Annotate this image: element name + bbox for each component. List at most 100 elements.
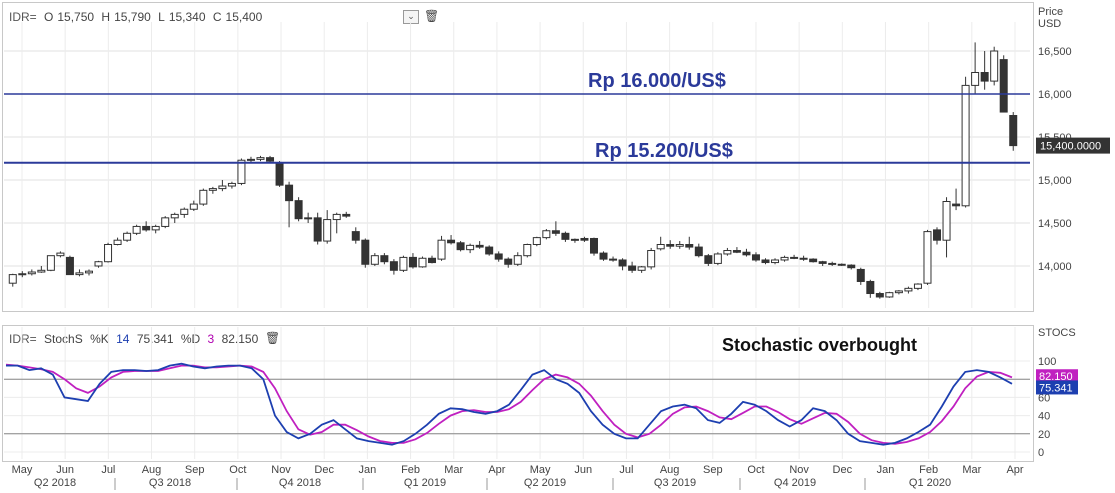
candle-body xyxy=(227,182,236,187)
candle-body xyxy=(342,213,351,217)
annotation-stochastic: Stochastic overbought xyxy=(722,335,917,355)
candle-body xyxy=(904,287,913,292)
candle-body xyxy=(894,290,903,294)
candle-body xyxy=(847,264,856,269)
quarter-tick-label: Q3 2018 xyxy=(149,477,191,489)
month-tick-label: Jul xyxy=(101,464,115,476)
candle-body xyxy=(275,162,284,186)
candle-body xyxy=(599,252,608,260)
candle-body xyxy=(151,225,160,231)
candle-body xyxy=(399,256,408,271)
month-tick-label: May xyxy=(12,464,33,476)
candle-body xyxy=(304,217,313,220)
candle-body xyxy=(94,261,103,267)
month-tick-label: Mar xyxy=(444,464,463,476)
candle-body xyxy=(837,263,846,266)
candle-body xyxy=(570,238,579,241)
candle-body xyxy=(980,72,989,82)
candle-body xyxy=(971,72,980,86)
month-tick-label: Sep xyxy=(185,464,205,476)
candle-body xyxy=(370,255,379,265)
candle-body xyxy=(266,157,275,162)
candle-body xyxy=(447,239,456,244)
month-tick-label: Aug xyxy=(660,464,680,476)
candle-body xyxy=(294,200,303,220)
price-tick-label: 16,500 xyxy=(1038,46,1072,58)
candle-body xyxy=(418,257,427,268)
candle-body xyxy=(761,259,770,264)
candle-body xyxy=(704,255,713,264)
candle-body xyxy=(990,50,999,82)
candle-body xyxy=(628,265,637,271)
candle-body xyxy=(56,252,65,257)
month-tick-label: Aug xyxy=(142,464,162,476)
candle-body xyxy=(142,225,151,231)
quarter-tick-label: Q4 2019 xyxy=(774,477,816,489)
candle-body xyxy=(1009,115,1018,147)
candle-body xyxy=(456,242,465,251)
month-tick-label: Feb xyxy=(401,464,420,476)
stoch-tick-label: 20 xyxy=(1038,429,1050,441)
month-tick-label: Dec xyxy=(314,464,334,476)
candle-body xyxy=(856,268,865,282)
last-price-label: 15,400.0000 xyxy=(1040,141,1101,153)
candle-body xyxy=(208,188,217,191)
month-tick-label: Mar xyxy=(962,464,981,476)
candle-body xyxy=(732,250,741,253)
candle-body xyxy=(504,258,513,265)
price-tick-label: 15,000 xyxy=(1038,175,1072,187)
annotation-15200: Rp 15.200/US$ xyxy=(595,140,733,162)
month-tick-label: Oct xyxy=(229,464,246,476)
candle-body xyxy=(589,237,598,254)
candle-body xyxy=(18,273,27,276)
candle-body xyxy=(523,244,532,257)
candle-body xyxy=(75,272,84,276)
candle-body xyxy=(494,253,503,260)
month-tick-label: Apr xyxy=(488,464,505,476)
candle-body xyxy=(161,217,170,227)
candle-body xyxy=(475,244,484,248)
month-tick-label: Dec xyxy=(833,464,853,476)
quarter-tick-label: Q1 2019 xyxy=(404,477,446,489)
candle-body xyxy=(246,158,255,161)
candle-body xyxy=(46,255,55,271)
candle-body xyxy=(351,231,360,241)
candle-body xyxy=(961,84,970,207)
candle-body xyxy=(675,244,684,247)
candle-body xyxy=(361,239,370,265)
candle-body xyxy=(771,259,780,264)
candle-body xyxy=(618,259,627,267)
candle-body xyxy=(65,256,74,276)
quarter-tick-label: Q2 2019 xyxy=(524,477,566,489)
candle-body xyxy=(428,257,437,264)
stoch-tick-label: 40 xyxy=(1038,411,1050,423)
month-tick-label: Jun xyxy=(574,464,592,476)
candle-body xyxy=(332,213,341,221)
candle-body xyxy=(561,232,570,240)
candle-body xyxy=(666,244,675,247)
candle-body xyxy=(933,229,942,241)
month-tick-label: Oct xyxy=(747,464,764,476)
candle-body xyxy=(123,232,132,241)
candle-body xyxy=(637,266,646,271)
candle-body xyxy=(408,256,417,268)
stoch-k-tag-label: 75.341 xyxy=(1039,382,1073,394)
candle-body xyxy=(380,255,389,263)
candle-body xyxy=(799,257,808,260)
candle-body xyxy=(999,59,1008,113)
candle-body xyxy=(818,261,827,264)
stoch-tick-label: 0 xyxy=(1038,447,1044,459)
month-tick-label: May xyxy=(530,464,551,476)
candle-body xyxy=(132,225,141,234)
candle-body xyxy=(485,246,494,255)
candle-body xyxy=(580,237,589,241)
candle-body xyxy=(866,280,875,295)
candle-body xyxy=(389,261,398,271)
candle-body xyxy=(942,201,951,241)
stoch-tick-label: 100 xyxy=(1038,356,1056,368)
candle-body xyxy=(780,256,789,261)
candle-body xyxy=(323,219,332,242)
candle-body xyxy=(8,274,17,284)
candle-body xyxy=(885,292,894,298)
candle-body xyxy=(551,230,560,234)
